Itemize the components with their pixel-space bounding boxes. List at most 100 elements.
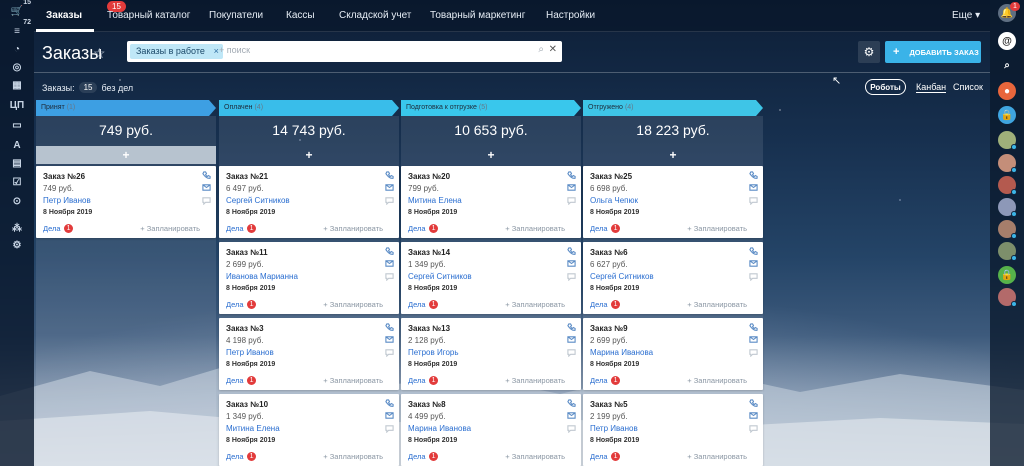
add-card-button[interactable]: + xyxy=(219,146,399,164)
card-title[interactable]: Заказ №26 xyxy=(43,172,85,181)
order-card[interactable]: Заказ №21 6 497 руб. Сергей Ситников 8 Нояб… xyxy=(219,166,399,238)
card-title[interactable]: Заказ №20 xyxy=(408,172,450,181)
card-title[interactable]: Заказ №11 xyxy=(226,248,268,257)
card-tasks[interactable]: Дела 1 xyxy=(226,376,257,385)
mail-icon[interactable] xyxy=(567,259,576,268)
grid-icon[interactable]: ▦ xyxy=(0,76,34,94)
card-title[interactable]: Заказ №3 xyxy=(226,324,264,333)
add-card-button[interactable]: + xyxy=(36,146,216,164)
card-title[interactable]: Заказ №21 xyxy=(226,172,268,181)
avatar[interactable] xyxy=(998,154,1017,173)
add-card-button[interactable]: + xyxy=(401,146,581,164)
card-title[interactable]: Заказ №9 xyxy=(590,324,628,333)
chat-icon[interactable] xyxy=(202,196,211,205)
plan-button[interactable]: + Запланировать xyxy=(323,300,383,309)
chat-icon[interactable] xyxy=(385,348,394,357)
phone-icon[interactable] xyxy=(749,171,758,180)
card-client[interactable]: Петров Игорь xyxy=(408,348,459,357)
card-client[interactable]: Сергей Ситников xyxy=(408,272,472,281)
card-title[interactable]: Заказ №8 xyxy=(408,400,446,409)
order-card[interactable]: Заказ №6 6 627 руб. Сергей Ситников 8 Ноябр… xyxy=(583,242,763,314)
mail-icon[interactable] xyxy=(385,183,394,192)
mail-icon[interactable] xyxy=(749,183,758,192)
cart-icon[interactable]: 🛒 15 xyxy=(0,0,34,20)
search-icon[interactable]: ⌕ xyxy=(998,56,1016,74)
chat-icon[interactable] xyxy=(567,272,576,281)
card-tasks[interactable]: Дела 1 xyxy=(590,452,621,461)
order-card[interactable]: Заказ №3 4 198 руб. Петр Иванов 8 Ноября 20… xyxy=(219,318,399,390)
card-client[interactable]: Марина Иванова xyxy=(590,348,653,357)
card-tasks[interactable]: Дела 1 xyxy=(226,452,257,461)
card-tasks[interactable]: Дела 1 xyxy=(590,376,621,385)
chat-icon[interactable] xyxy=(385,424,394,433)
mail-icon[interactable] xyxy=(749,411,758,420)
mail-icon[interactable] xyxy=(749,335,758,344)
card-tasks[interactable]: Дела 1 xyxy=(226,300,257,309)
plan-button[interactable]: + Запланировать xyxy=(323,224,383,233)
order-card[interactable]: Заказ №13 2 128 руб. Петров Игорь 8 Ноября … xyxy=(401,318,581,390)
chat-icon[interactable] xyxy=(385,196,394,205)
mail-icon[interactable] xyxy=(202,183,211,192)
chat-icon[interactable] xyxy=(567,196,576,205)
avatar[interactable] xyxy=(998,131,1017,150)
mail-icon[interactable] xyxy=(567,411,576,420)
search-input[interactable]: Заказы в работе × + поиск ⌕ ✕ xyxy=(127,41,562,62)
user-icon[interactable]: ● xyxy=(998,82,1016,100)
phone-icon[interactable] xyxy=(567,399,576,408)
lock-icon[interactable]: 🔒 xyxy=(998,106,1016,124)
avatar[interactable] xyxy=(998,288,1017,307)
clear-icon[interactable]: ✕ xyxy=(549,44,557,55)
at-icon[interactable]: @ xyxy=(998,32,1016,50)
card-tasks[interactable]: Дела 1 xyxy=(590,224,621,233)
stage-header[interactable]: Принят (1) xyxy=(36,100,216,116)
target-icon[interactable]: ◎ xyxy=(0,58,34,76)
window-icon[interactable]: ▭ xyxy=(0,116,34,134)
card-tasks[interactable]: Дела 1 xyxy=(226,224,257,233)
order-card[interactable]: Заказ №26 749 руб. Петр Иванов 8 Ноября 201… xyxy=(36,166,216,238)
view-list[interactable]: Список xyxy=(953,82,983,92)
tab-marketing[interactable]: Товарный маркетинг xyxy=(430,10,525,21)
card-tasks[interactable]: Дела 1 xyxy=(408,452,439,461)
card-tasks[interactable]: Дела 1 xyxy=(43,224,74,233)
card-tasks[interactable]: Дела 1 xyxy=(408,376,439,385)
tab-cash-registers[interactable]: Кассы xyxy=(286,10,315,21)
filter-icon[interactable]: ≡ 72 xyxy=(0,19,34,40)
phone-icon[interactable] xyxy=(749,323,758,332)
card-title[interactable]: Заказ №13 xyxy=(408,324,450,333)
card-title[interactable]: Заказ №5 xyxy=(590,400,628,409)
card-client[interactable]: Сергей Ситников xyxy=(226,196,290,205)
sitemap-icon[interactable]: ⁂ xyxy=(0,219,34,237)
phone-icon[interactable] xyxy=(749,247,758,256)
plan-button[interactable]: + Запланировать xyxy=(505,376,565,385)
avatar[interactable] xyxy=(998,176,1017,195)
check-icon[interactable]: ☑ xyxy=(0,173,34,191)
tab-catalog[interactable]: Товарный каталог xyxy=(107,10,190,21)
phone-icon[interactable] xyxy=(385,323,394,332)
order-card[interactable]: Заказ №10 1 349 руб. Митина Елена 8 Ноября … xyxy=(219,394,399,466)
phone-icon[interactable] xyxy=(385,247,394,256)
mail-icon[interactable] xyxy=(385,335,394,344)
chat-icon[interactable] xyxy=(749,348,758,357)
cp-label[interactable]: ЦП xyxy=(0,96,34,114)
book-icon[interactable]: ▤ xyxy=(0,154,34,172)
stage-header[interactable]: Оплачен (4) xyxy=(219,100,399,116)
plan-button[interactable]: + Запланировать xyxy=(687,376,747,385)
phone-icon[interactable] xyxy=(202,171,211,180)
settings-icon[interactable]: ⚙ xyxy=(0,236,34,254)
plan-button[interactable]: + Запланировать xyxy=(687,452,747,461)
plan-button[interactable]: + Запланировать xyxy=(687,300,747,309)
tab-warehouse[interactable]: Складской учет xyxy=(339,10,411,21)
phone-icon[interactable] xyxy=(385,399,394,408)
phone-icon[interactable] xyxy=(567,323,576,332)
gear-icon[interactable]: ⚙ xyxy=(858,41,880,63)
phone-icon[interactable] xyxy=(385,171,394,180)
card-client[interactable]: Петр Иванов xyxy=(590,424,638,433)
phone-icon[interactable] xyxy=(567,247,576,256)
avatar[interactable] xyxy=(998,242,1017,261)
mail-icon[interactable] xyxy=(749,259,758,268)
card-tasks[interactable]: Дела 1 xyxy=(408,300,439,309)
plan-button[interactable]: + Запланировать xyxy=(140,224,200,233)
circle-down-icon[interactable]: ⊙ xyxy=(0,192,34,210)
summary-count[interactable]: 15 xyxy=(78,82,98,93)
plan-button[interactable]: + Запланировать xyxy=(505,224,565,233)
